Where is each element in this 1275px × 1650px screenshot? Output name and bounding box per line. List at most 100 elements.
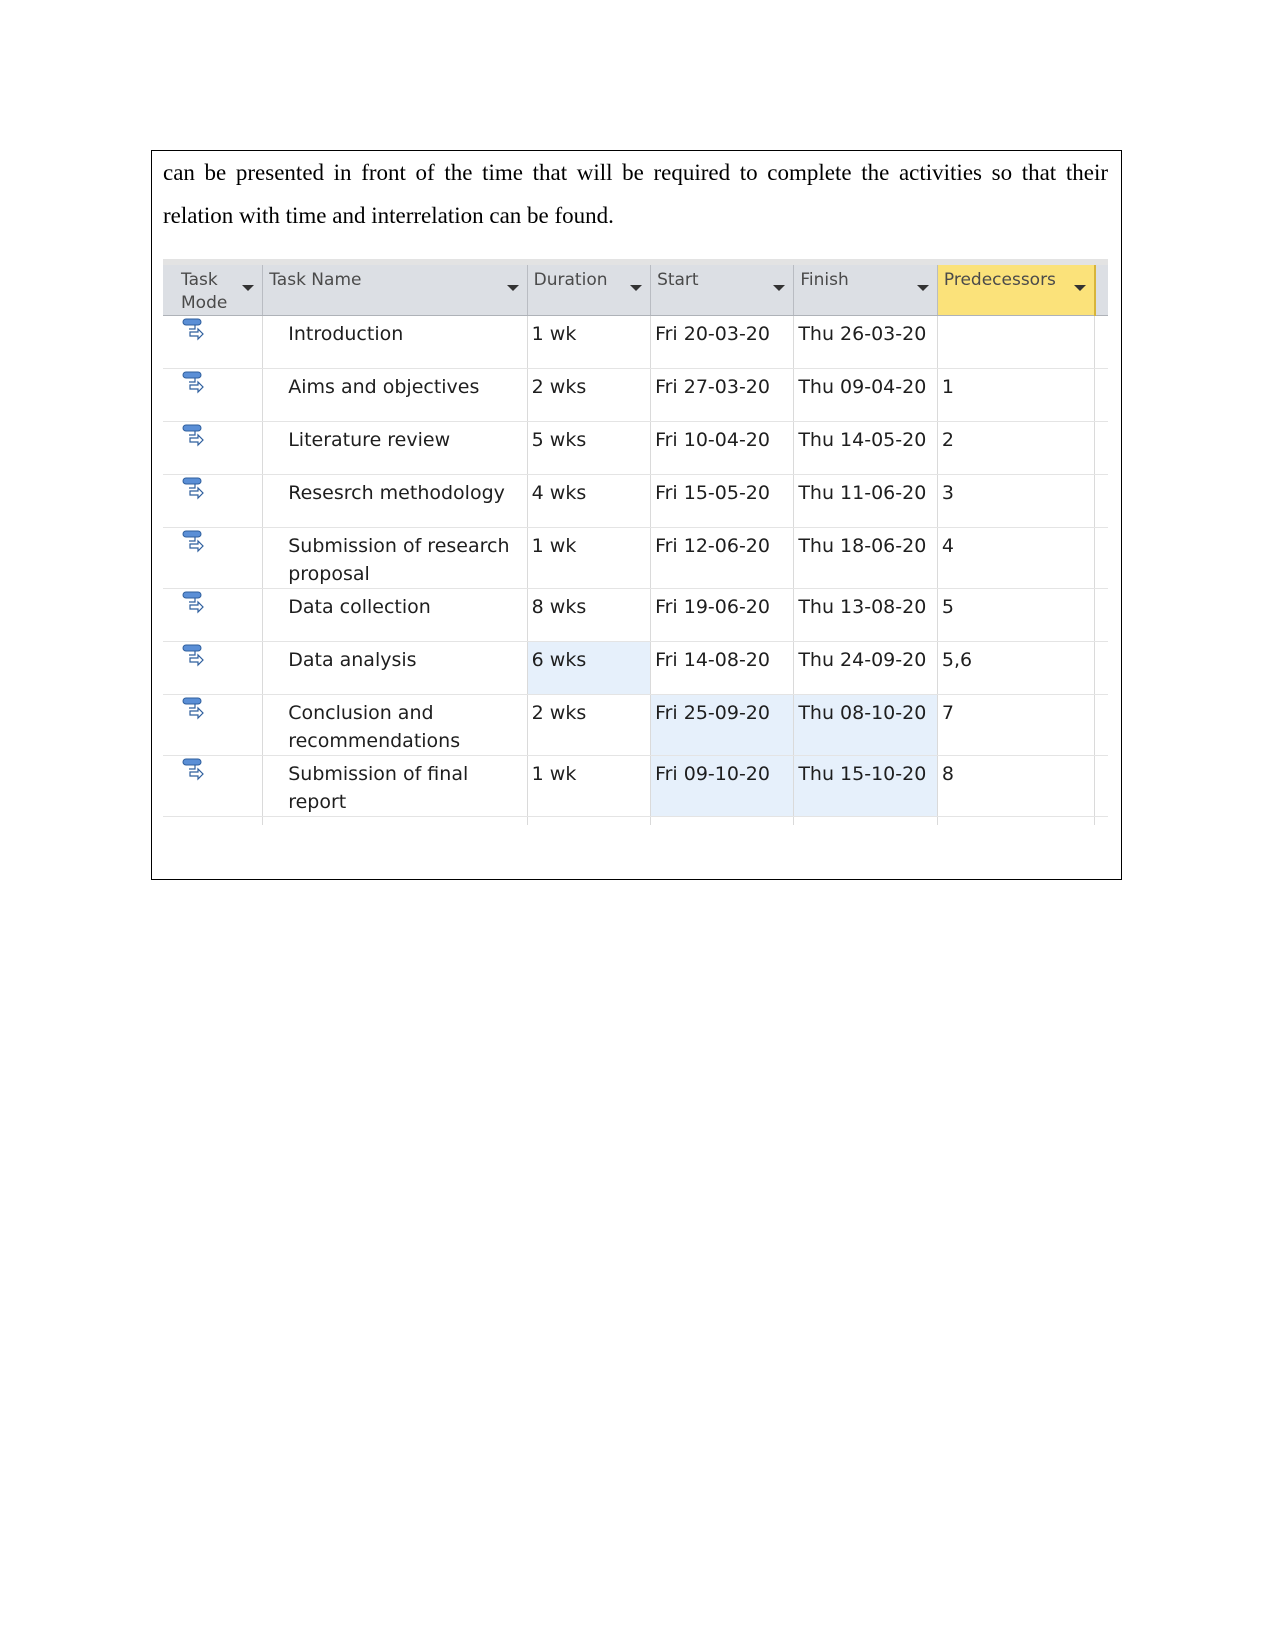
table-row[interactable]: Conclusion and recommendations 2 wks Fri 2… [163,694,1108,756]
predecessors-cell[interactable]: 4 [937,527,1096,589]
task-mode-cell[interactable] [175,368,264,422]
header-finish-label: Finish [800,270,849,290]
finish-cell[interactable]: Thu 14-05-20 [793,421,938,475]
finish-cell[interactable]: Thu 08-10-20 [793,694,938,756]
task-mode-cell[interactable] [175,588,264,642]
finish-cell[interactable]: Thu 11-06-20 [793,474,938,528]
task-name-cell[interactable]: Data analysis [262,641,528,695]
row-stub [163,421,175,475]
header-start[interactable]: Start [650,265,795,316]
predecessors-cell[interactable] [937,315,1096,369]
duration-cell[interactable]: 6 wks [527,641,652,695]
duration-cell[interactable]: 5 wks [527,421,652,475]
duration-cell[interactable]: 1 wk [527,755,652,817]
row-edge [1094,527,1108,589]
body-paragraph: can be presented in front of the time th… [163,160,1108,228]
task-name-cell[interactable]: Conclusion and recommendations [262,694,528,756]
start-cell[interactable]: Fri 19-06-20 [650,588,795,642]
finish-cell[interactable]: Thu 18-06-20 [793,527,938,589]
tail-cell [1095,817,1108,825]
predecessors-cell[interactable]: 5 [937,588,1096,642]
row-edge [1094,315,1108,369]
finish-cell[interactable]: Thu 15-10-20 [793,755,938,817]
duration-cell[interactable]: 2 wks [527,694,652,756]
task-mode-cell[interactable] [175,755,264,817]
predecessors-cell[interactable]: 3 [937,474,1096,528]
task-name-cell[interactable]: Aims and objectives [262,368,528,422]
duration-cell[interactable]: 1 wk [527,527,652,589]
table-row[interactable]: Data analysis 6 wks Fri 14-08-20 Thu 24-09-… [163,641,1108,695]
predecessors-cell[interactable]: 1 [937,368,1096,422]
task-mode-cell[interactable] [175,694,264,756]
dropdown-arrow-icon[interactable] [242,285,255,291]
duration-cell[interactable]: 4 wks [527,474,652,528]
dropdown-arrow-icon[interactable] [1073,285,1086,291]
table-row[interactable]: Introduction 1 wk Fri 20-03-20 Thu 26-03-20 [163,315,1108,369]
tail-cell [262,816,528,825]
auto-scheduled-task-icon [181,644,207,668]
header-stub [163,265,175,316]
task-mode-cell[interactable] [175,474,264,528]
table-row[interactable]: Data collection 8 wks Fri 19-06-20 Thu 13-0… [163,588,1108,642]
header-task-mode-label: Task Mode [181,270,228,313]
start-cell[interactable]: Fri 14-08-20 [650,641,795,695]
start-cell[interactable]: Fri 27-03-20 [650,368,795,422]
task-name-cell[interactable]: Resesrch methodology [262,474,528,528]
row-stub [163,694,175,756]
auto-scheduled-task-icon [181,371,207,395]
row-edge [1094,421,1108,475]
task-name-cell[interactable]: Literature review [262,421,528,475]
start-cell[interactable]: Fri 20-03-20 [650,315,795,369]
start-cell[interactable]: Fri 25-09-20 [650,694,795,756]
header-predecessors[interactable]: Predecessors [937,265,1096,316]
task-mode-cell[interactable] [175,315,264,369]
finish-cell[interactable]: Thu 13-08-20 [793,588,938,642]
row-edge [1094,588,1108,642]
row-stub [163,527,175,589]
header-predecessors-label: Predecessors [943,270,1056,290]
predecessors-cell[interactable]: 2 [937,421,1096,475]
dropdown-arrow-icon[interactable] [506,285,519,291]
header-task-name[interactable]: Task Name [262,265,528,316]
table-row[interactable]: Submission of research proposal 1 wk Fri 1… [163,527,1108,589]
header-finish[interactable]: Finish [793,265,938,316]
header-next-column-edge [1094,265,1108,316]
auto-scheduled-task-icon [181,697,207,721]
finish-cell[interactable]: Thu 09-04-20 [793,368,938,422]
task-mode-cell[interactable] [175,527,264,589]
dropdown-arrow-icon[interactable] [916,285,929,291]
start-cell[interactable]: Fri 15-05-20 [650,474,795,528]
finish-cell[interactable]: Thu 24-09-20 [793,641,938,695]
table-row[interactable]: Submission of final report 1 wk Fri 09-10-… [163,755,1108,817]
start-cell[interactable]: Fri 09-10-20 [650,755,795,817]
finish-cell[interactable]: Thu 26-03-20 [793,315,938,369]
dropdown-arrow-icon[interactable] [773,285,786,291]
header-duration-label: Duration [533,270,608,290]
row-stub [163,474,175,528]
row-stub [163,368,175,422]
task-rows: Introduction 1 wk Fri 20-03-20 Thu 26-03-20… [163,315,1108,825]
table-row[interactable]: Aims and objectives 2 wks Fri 27-03-20 Thu … [163,368,1108,422]
header-task-mode[interactable]: Task Mode [175,265,264,316]
row-edge [1094,755,1108,817]
predecessors-cell[interactable]: 5,6 [937,641,1096,695]
start-cell[interactable]: Fri 10-04-20 [650,421,795,475]
predecessors-cell[interactable]: 7 [937,694,1096,756]
start-cell[interactable]: Fri 12-06-20 [650,527,795,589]
header-duration[interactable]: Duration [527,265,652,316]
task-name-cell[interactable]: Introduction [262,315,528,369]
task-mode-cell[interactable] [175,641,264,695]
task-name-cell[interactable]: Submission of research proposal [262,527,528,589]
dropdown-arrow-icon[interactable] [630,285,643,291]
predecessors-cell[interactable]: 8 [937,755,1096,817]
table-row[interactable]: Literature review 5 wks Fri 10-04-20 Thu 14… [163,421,1108,475]
duration-cell[interactable]: 1 wk [527,315,652,369]
gantt-task-table: Task Mode Task Name Duration Start Finis… [163,265,1108,825]
header-task-name-label: Task Name [269,270,362,290]
table-row[interactable]: Resesrch methodology 4 wks Fri 15-05-20 Thu… [163,474,1108,528]
task-mode-cell[interactable] [175,421,264,475]
task-name-cell[interactable]: Data collection [262,588,528,642]
duration-cell[interactable]: 8 wks [527,588,652,642]
task-name-cell[interactable]: Submission of final report [262,755,528,817]
duration-cell[interactable]: 2 wks [527,368,652,422]
